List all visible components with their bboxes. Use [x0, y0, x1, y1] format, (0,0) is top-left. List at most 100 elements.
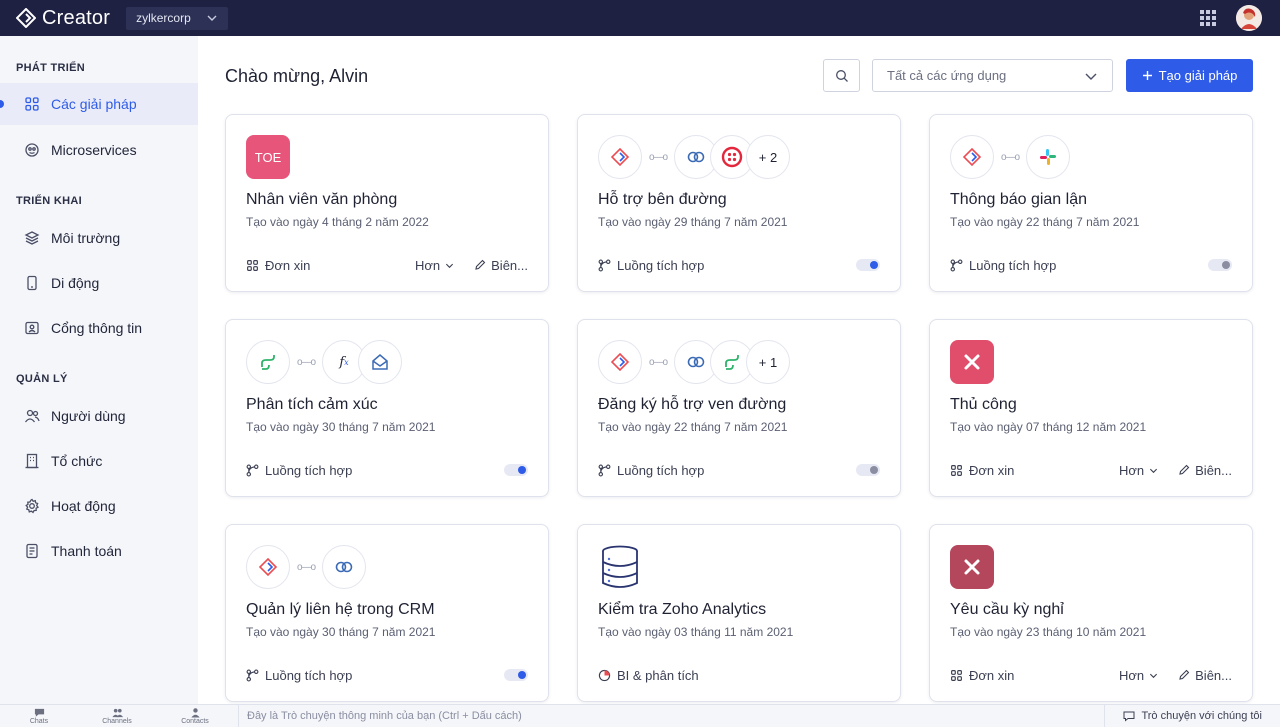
card-date: Tạo vào ngày 03 tháng 11 năm 2021 [598, 625, 794, 639]
tools-icon [950, 545, 994, 589]
search-button[interactable] [823, 59, 860, 92]
more-label: Hơn [414, 257, 441, 273]
slack-icon [1026, 135, 1070, 179]
solutions-icon [25, 97, 39, 111]
card-title: Nhân viên văn phòng [246, 191, 398, 208]
chevron-down-icon [1150, 673, 1158, 678]
pencil-icon [1179, 669, 1190, 680]
solution-card-leave-request[interactable]: Yêu cầu kỳ nghỉ Tạo vào ngày 23 tháng 10… [929, 524, 1253, 702]
avatar[interactable] [1236, 5, 1262, 31]
sidebar-item-environments[interactable]: Môi trường [0, 217, 198, 259]
apps-grid-icon[interactable] [1200, 10, 1216, 26]
smart-chat-input[interactable]: Đây là Trò chuyện thông minh của bạn (Ct… [238, 704, 1104, 727]
more-label: Hơn [1118, 667, 1145, 683]
section-title-manage: QUẢN LÝ [16, 373, 68, 385]
card-date: Tạo vào ngày 22 tháng 7 năm 2021 [950, 215, 1140, 229]
solution-card-office-staff[interactable]: TOE Nhân viên văn phòng Tạo vào ngày 4 t… [225, 114, 549, 292]
more-integrations-count: + 2 [746, 135, 790, 179]
pencil-icon [475, 259, 486, 270]
sidebar-item-portal[interactable]: Cổng thông tin [0, 307, 198, 349]
card-title: Thủ công [950, 396, 1017, 413]
creator-logo-icon [16, 8, 36, 28]
flow-icon [950, 259, 963, 271]
chat-icon [34, 708, 44, 717]
card-type: Luồng tích hợp [265, 462, 353, 478]
mobile-icon [27, 275, 37, 291]
solution-card-roadside-help[interactable]: o—o + 2 Hỗ trợ bên đường Tạo vào ngày 29… [577, 114, 901, 292]
edit-button[interactable]: Biên... [1178, 668, 1232, 683]
sidebar-item-label: Tổ chức [51, 453, 103, 469]
solution-card-roadside-signup[interactable]: o—o + 1 Đăng ký hỗ trợ ven đường Tạo vào… [577, 319, 901, 497]
connection-icon: o—o [1000, 151, 1020, 163]
chat-with-us-button[interactable]: Trò chuyện với chúng tôi [1104, 704, 1280, 727]
edit-label: Biên... [1195, 667, 1232, 683]
app-filter-value: Tất cả các ứng dụng [887, 68, 1007, 83]
contacts-label: Contacts [181, 718, 209, 725]
edit-button[interactable]: Biên... [1178, 463, 1232, 478]
solution-card-crm-contacts[interactable]: o—o Quản lý liên hệ trong CRM Tạo vào ng… [225, 524, 549, 702]
microservices-icon [25, 143, 39, 157]
analytics-icon [598, 669, 611, 681]
solution-card-fraud-alert[interactable]: o—o Thông báo gian lận Tạo vào ngày 22 t… [929, 114, 1253, 292]
webhook-icon [322, 545, 366, 589]
create-solution-button[interactable]: Tạo giải pháp [1126, 59, 1253, 92]
flow-toggle-on[interactable] [856, 259, 880, 271]
app-filter-select[interactable]: Tất cả các ứng dụng [872, 59, 1113, 92]
card-date: Tạo vào ngày 30 tháng 7 năm 2021 [246, 420, 436, 434]
more-menu[interactable]: Hơn [1119, 463, 1158, 478]
sidebar-item-billing[interactable]: Thanh toán [0, 530, 198, 572]
card-type: BI & phân tích [617, 667, 699, 683]
bottom-bar: Chats Channels Contacts Đây là Trò chuyệ… [0, 704, 1280, 727]
solution-card-manual[interactable]: Thủ công Tạo vào ngày 07 tháng 12 năm 20… [929, 319, 1253, 497]
mail-icon [358, 340, 402, 384]
layers-icon [24, 231, 40, 245]
sidebar-item-mobile[interactable]: Di động [0, 262, 198, 304]
edit-button[interactable]: Biên... [474, 258, 528, 273]
edit-label: Biên... [1195, 462, 1232, 478]
sidebar-item-label: Các giải pháp [51, 96, 137, 112]
chats-label: Chats [29, 718, 49, 725]
more-integrations-count: + 1 [746, 340, 790, 384]
main-content: Chào mừng, Alvin Tất cả các ứng dụng Tạo… [198, 36, 1280, 704]
creator-app-icon [950, 135, 994, 179]
pencil-icon [1179, 464, 1190, 475]
card-title: Kiểm tra Zoho Analytics [598, 601, 767, 618]
flow-toggle-on[interactable] [504, 669, 528, 681]
brand[interactable]: Creator [16, 7, 110, 30]
chevron-down-icon [1085, 73, 1097, 80]
flow-icon [598, 259, 611, 271]
flow-icon [246, 669, 259, 681]
connection-icon: o—o [296, 356, 316, 368]
solution-card-zoho-analytics[interactable]: Kiểm tra Zoho Analytics Tạo vào ngày 03 … [577, 524, 901, 702]
section-title-develop: PHÁT TRIỂN [16, 62, 85, 74]
flow-toggle-off[interactable] [856, 464, 880, 476]
sidebar-item-microservices[interactable]: Microservices [0, 129, 198, 171]
solution-card-sentiment-analysis[interactable]: o—o fx Phân tích cảm xúc Tạo vào ngày 30… [225, 319, 549, 497]
connection-icon: o—o [296, 561, 316, 573]
more-menu[interactable]: Hơn [1119, 668, 1158, 683]
sidebar-item-label: Hoạt động [51, 498, 116, 514]
database-icon [598, 545, 642, 589]
chat-with-us-label: Trò chuyện với chúng tôi [1141, 710, 1262, 722]
card-title: Phân tích cảm xúc [246, 396, 378, 413]
sidebar-item-organization[interactable]: Tổ chức [0, 440, 198, 482]
more-menu[interactable]: Hơn [415, 258, 454, 273]
card-type: Luồng tích hợp [617, 257, 705, 273]
flow-toggle-on[interactable] [504, 464, 528, 476]
sidebar-item-users[interactable]: Người dùng [0, 395, 198, 437]
sidebar-item-label: Thanh toán [51, 543, 122, 559]
card-title: Hỗ trợ bên đường [598, 191, 727, 208]
chats-button[interactable]: Chats [0, 707, 78, 725]
contacts-button[interactable]: Contacts [156, 707, 234, 725]
application-icon [951, 669, 962, 681]
org-selector[interactable]: zylkercorp [126, 6, 229, 30]
connection-icon: o—o [648, 356, 668, 368]
sidebar-item-operations[interactable]: Hoạt động [0, 485, 198, 527]
flow-toggle-off[interactable] [1208, 259, 1232, 271]
sidebar-item-label: Cổng thông tin [51, 320, 143, 336]
org-name: zylkercorp [136, 11, 191, 25]
search-icon [835, 69, 848, 82]
card-type: Đơn xin [265, 257, 311, 273]
sidebar-item-solutions[interactable]: Các giải pháp [0, 83, 198, 125]
channels-button[interactable]: Channels [78, 707, 156, 725]
